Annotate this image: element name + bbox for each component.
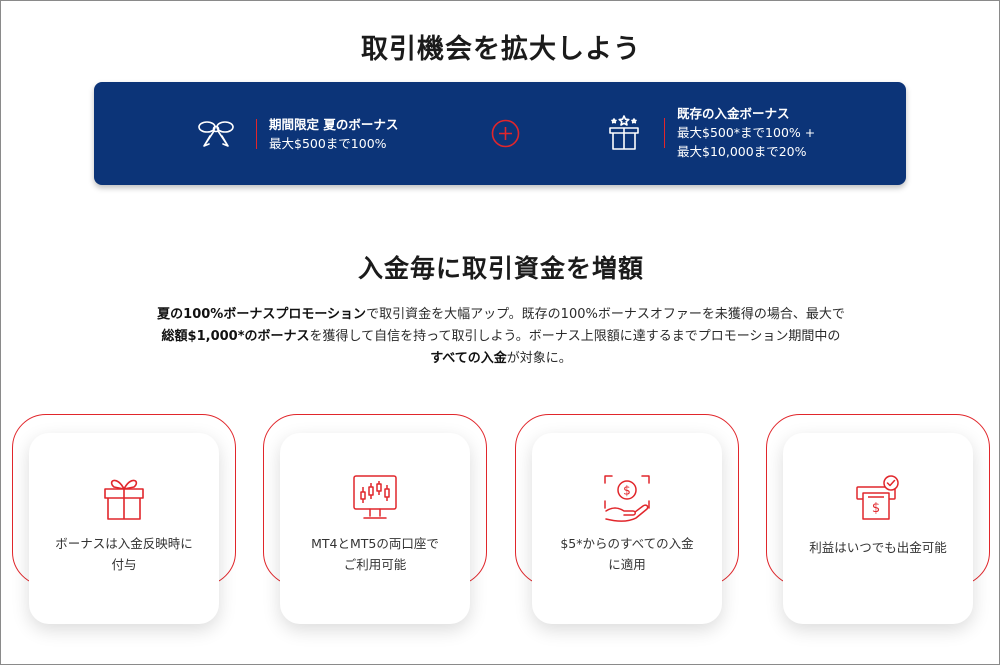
feature-card: MT4とMT5の両口座で ご利用可能 (280, 433, 470, 624)
desc-bold-1: 夏の100%ボーナスプロモーション (157, 307, 367, 322)
feature-line-2: ご利用可能 (343, 557, 407, 572)
desc-text-3: が対象に。 (506, 351, 572, 366)
feature-card: $ 利益はいつでも出金可能 (783, 433, 973, 624)
divider (256, 119, 257, 149)
feature-text: $5*からのすべての入金 に適用 (540, 533, 714, 575)
feature-line-1: $5*からのすべての入金 (560, 536, 694, 551)
desc-text-1: で取引資金を大幅アップ。既存の100%ボーナスオファーを未獲得の場合、最大で (366, 307, 845, 322)
desc-bold-3: すべての入金 (430, 351, 507, 366)
main-heading: 取引機会を拡大しよう (361, 34, 641, 65)
ribbon-bow-icon (198, 121, 234, 147)
desc-text-2: を獲得して自信を持って取引しよう。ボーナス上限額に達するまでプロモーション期間中… (309, 329, 841, 344)
existing-bonus: 既存の入金ボーナス 最大$500*まで100% + 最大$10,000まで20% (604, 104, 815, 161)
withdraw-check-icon: $ (856, 475, 899, 520)
section-heading: 入金毎に取引資金を増額 (357, 254, 644, 283)
feature-line-1: 利益はいつでも出金可能 (809, 540, 947, 555)
existing-bonus-detail-1: 最大$500*まで100% + (677, 125, 816, 140)
feature-line-1: MT4とMT5の両口座で (311, 536, 439, 551)
feature-text: MT4とMT5の両口座で ご利用可能 (288, 533, 462, 575)
feature-line-1: ボーナスは入金反映時に (55, 536, 193, 551)
coin-hand-icon: $ (604, 475, 650, 522)
feature-line-2: 付与 (111, 557, 137, 572)
plus-circle-icon (491, 119, 520, 148)
feature-card-frame: MT4とMT5の両口座で ご利用可能 (263, 414, 487, 624)
svg-text:$: $ (872, 501, 880, 516)
feature-text: 利益はいつでも出金可能 (791, 537, 965, 558)
desc-bold-2: 総額$1,000*のボーナス (161, 329, 310, 344)
summer-bonus-detail: 最大$500まで100% (269, 136, 387, 151)
svg-text:$: $ (623, 484, 631, 498)
existing-bonus-title: 既存の入金ボーナス (677, 106, 790, 121)
candlestick-chart-icon (353, 475, 397, 519)
feature-card: ボーナスは入金反映時に 付与 (29, 433, 219, 624)
feature-line-2: に適用 (608, 557, 646, 572)
existing-bonus-text: 既存の入金ボーナス 最大$500*まで100% + 最大$10,000まで20% (677, 104, 815, 161)
feature-card-frame: $ 利益はいつでも出金可能 (766, 414, 990, 624)
feature-card: $ $5*からのすべての入金 に適用 (532, 433, 722, 624)
summer-bonus: 期間限定 夏のボーナス 最大$500まで100% (196, 114, 398, 154)
existing-bonus-detail-2: 最大$10,000まで20% (677, 144, 807, 159)
gift-icon (104, 479, 144, 520)
feature-card-frame: ボーナスは入金反映時に 付与 (12, 414, 236, 624)
gift-box-stars-icon (609, 114, 639, 150)
divider (664, 117, 665, 148)
summer-bonus-title: 期間限定 夏のボーナス (269, 117, 399, 132)
feature-text: ボーナスは入金反映時に 付与 (37, 533, 211, 575)
promo-description: 夏の100%ボーナスプロモーションで取引資金を大幅アップ。既存の100%ボーナス… (101, 304, 901, 370)
feature-card-frame: $ $5*からのすべての入金 に適用 (515, 414, 739, 624)
summer-bonus-text: 期間限定 夏のボーナス 最大$500まで100% (269, 115, 398, 153)
bonus-banner: 期間限定 夏のボーナス 最大$500まで100% 既存の入金ボーナス 最大$50… (94, 82, 906, 185)
